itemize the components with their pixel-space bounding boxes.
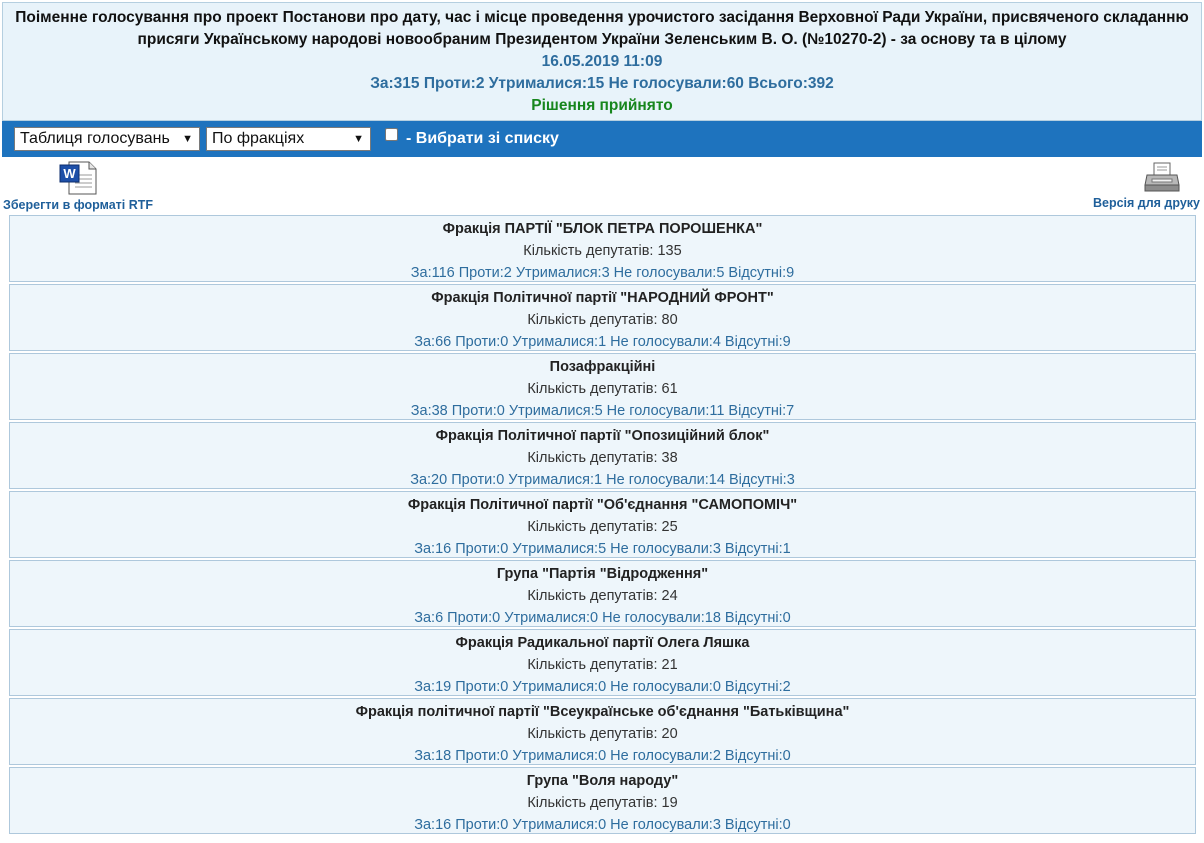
word-document-icon: W (59, 161, 153, 198)
print-version-link[interactable]: Версія для друку (1093, 161, 1200, 210)
faction-name: Група "Партія "Відродження" (496, 566, 709, 582)
faction-card[interactable]: Позафракційні Кількість депутатів: 61 За… (9, 353, 1196, 420)
faction-card[interactable]: Фракція Радикальної партії Олега Ляшка К… (9, 629, 1196, 696)
faction-card[interactable]: Фракція Політичної партії "Опозиційний б… (9, 422, 1196, 489)
faction-card[interactable]: Фракція політичної партії "Всеукраїнське… (9, 698, 1196, 765)
faction-card[interactable]: Фракція Політичної партії "Об'єднання "С… (9, 491, 1196, 558)
filter-toolbar: Таблиця голосувань ▼ По фракціях ▼ - Виб… (2, 121, 1202, 157)
faction-name: Фракція політичної партії "Всеукраїнське… (355, 704, 850, 720)
printer-icon (1144, 161, 1180, 196)
choose-from-list-checkbox[interactable] (385, 127, 398, 141)
faction-deputy-count: Кількість депутатів: 21 (527, 657, 678, 673)
faction-card[interactable]: Фракція Політичної партії "НАРОДНИЙ ФРОН… (9, 284, 1196, 351)
faction-card[interactable]: Група "Партія "Відродження" Кількість де… (9, 560, 1196, 627)
faction-vote-summary: За:19 Проти:0 Утрималися:0 Не голосували… (414, 679, 791, 695)
export-tools: W Зберегти в форматі RTF Версія для друк… (0, 157, 1204, 215)
page-title: Поіменне голосування про проект Постанов… (15, 9, 1189, 48)
faction-name: Позафракційні (549, 359, 656, 375)
save-rtf-label: Зберегти в форматі RTF (3, 198, 154, 212)
faction-vote-summary: За:38 Проти:0 Утрималися:5 Не голосували… (410, 403, 795, 419)
chevron-down-icon: ▼ (182, 133, 193, 145)
faction-vote-summary: За:16 Проти:0 Утрималися:5 Не голосували… (414, 541, 791, 557)
vote-header: Поіменне голосування про проект Постанов… (2, 2, 1202, 121)
group-select[interactable]: По фракціях ▼ (206, 127, 371, 151)
decision-status: Рішення прийнято (531, 97, 673, 114)
vote-datetime: 16.05.2019 11:09 (541, 53, 663, 70)
faction-vote-summary: За:16 Проти:0 Утрималися:0 Не голосували… (414, 817, 791, 833)
faction-vote-summary: За:116 Проти:2 Утрималися:3 Не голосувал… (410, 265, 795, 281)
faction-deputy-count: Кількість депутатів: 38 (527, 450, 678, 466)
faction-vote-summary: За:6 Проти:0 Утрималися:0 Не голосували:… (414, 610, 791, 626)
faction-deputy-count: Кількість депутатів: 24 (527, 588, 678, 604)
faction-name: Фракція ПАРТІЇ "БЛОК ПЕТРА ПОРОШЕНКА" (442, 221, 763, 237)
view-select-value: Таблиця голосувань (20, 130, 170, 147)
faction-deputy-count: Кількість депутатів: 135 (523, 243, 682, 259)
choose-from-list-label: - Вибрати зі списку (406, 130, 559, 147)
faction-card[interactable]: Група "Воля народу" Кількість депутатів:… (9, 767, 1196, 834)
faction-name: Фракція Політичної партії "НАРОДНИЙ ФРОН… (431, 290, 774, 306)
faction-vote-summary: За:66 Проти:0 Утрималися:1 Не голосували… (414, 334, 791, 350)
faction-deputy-count: Кількість депутатів: 80 (527, 312, 678, 328)
group-select-value: По фракціях (212, 130, 305, 147)
faction-deputy-count: Кількість депутатів: 61 (527, 381, 678, 397)
vote-totals: За:315 Проти:2 Утрималися:15 Не голосува… (370, 75, 834, 92)
faction-vote-summary: За:18 Проти:0 Утрималися:0 Не голосували… (414, 748, 791, 764)
faction-deputy-count: Кількість депутатів: 20 (527, 726, 678, 742)
save-rtf-link[interactable]: W Зберегти в форматі RTF (3, 161, 153, 212)
print-version-label: Версія для друку (1092, 196, 1200, 210)
faction-deputy-count: Кількість депутатів: 19 (527, 795, 678, 811)
view-select[interactable]: Таблиця голосувань ▼ (14, 127, 200, 151)
faction-name: Фракція Політичної партії "Об'єднання "С… (407, 497, 798, 513)
faction-list: Фракція ПАРТІЇ "БЛОК ПЕТРА ПОРОШЕНКА" Кі… (9, 215, 1196, 834)
faction-vote-summary: За:20 Проти:0 Утрималися:1 Не голосували… (410, 472, 795, 488)
faction-card[interactable]: Фракція ПАРТІЇ "БЛОК ПЕТРА ПОРОШЕНКА" Кі… (9, 215, 1196, 282)
faction-name: Фракція Радикальної партії Олега Ляшка (455, 635, 750, 651)
faction-name: Фракція Політичної партії "Опозиційний б… (435, 428, 770, 444)
chevron-down-icon: ▼ (353, 133, 364, 145)
svg-text:W: W (63, 166, 76, 181)
faction-deputy-count: Кількість депутатів: 25 (527, 519, 678, 535)
faction-name: Група "Воля народу" (526, 773, 679, 789)
